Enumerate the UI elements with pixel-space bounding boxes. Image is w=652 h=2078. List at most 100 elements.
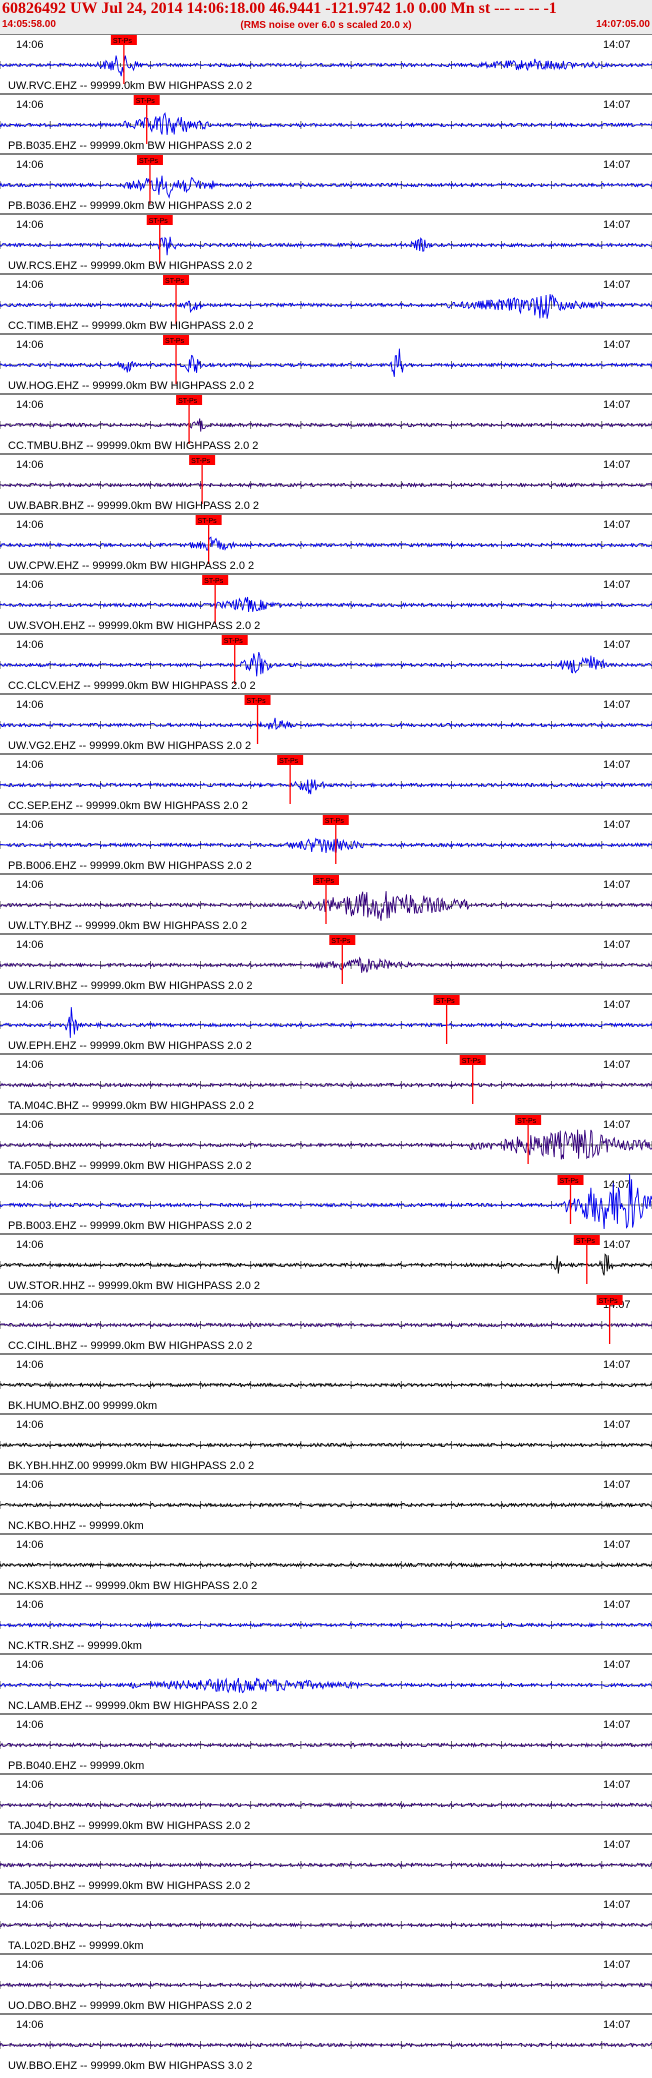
time-tick-label: 14:06 bbox=[16, 1419, 44, 1431]
station-label: TA.J05D.BHZ -- 99999.0km BW HIGHPASS 2.0… bbox=[8, 1880, 250, 1892]
time-tick-label: 14:06 bbox=[16, 1839, 44, 1851]
time-tick-label: 14:07 bbox=[603, 699, 631, 711]
time-tick-label: 14:07 bbox=[603, 459, 631, 471]
station-label: UW.RCS.EHZ -- 99999.0km BW HIGHPASS 2.0 … bbox=[8, 260, 252, 272]
station-label: CC.SEP.EHZ -- 99999.0km BW HIGHPASS 2.0 … bbox=[8, 800, 248, 812]
time-tick-label: 14:06 bbox=[16, 99, 44, 111]
waveform-trace bbox=[0, 1007, 652, 1038]
pick-flag-label: ST-Ps bbox=[325, 818, 345, 825]
time-tick-label: 14:07 bbox=[603, 639, 631, 651]
station-label: PB.B003.EHZ -- 99999.0km BW HIGHPASS 2.0… bbox=[8, 1220, 252, 1232]
waveform-trace bbox=[0, 596, 652, 613]
time-tick-label: 14:07 bbox=[603, 759, 631, 771]
time-tick-label: 14:07 bbox=[603, 1059, 631, 1071]
waveform-trace bbox=[0, 236, 652, 256]
time-tick-label: 14:07 bbox=[603, 1899, 631, 1911]
station-label: CC.TIMB.EHZ -- 99999.0km BW HIGHPASS 2.0… bbox=[8, 320, 254, 332]
waveform-trace bbox=[0, 717, 652, 731]
station-label: UW.CPW.EHZ -- 99999.0km BW HIGHPASS 2.0 … bbox=[8, 560, 254, 572]
station-label: PB.B006.EHZ -- 99999.0km BW HIGHPASS 2.0… bbox=[8, 860, 252, 872]
time-tick-label: 14:06 bbox=[16, 1479, 44, 1491]
time-tick-label: 14:07 bbox=[603, 1119, 631, 1131]
pick-flag-label: ST-Ps bbox=[204, 578, 224, 585]
pick-flag-label: ST-Ps bbox=[247, 698, 267, 705]
time-tick-label: 14:06 bbox=[16, 2019, 44, 2031]
time-tick-label: 14:06 bbox=[16, 639, 44, 651]
window-end-time: 14:07:05.00 bbox=[596, 19, 650, 30]
waveform-trace bbox=[0, 1677, 652, 1694]
time-tick-label: 14:07 bbox=[603, 519, 631, 531]
waveform-trace bbox=[0, 112, 652, 135]
time-tick-label: 14:07 bbox=[603, 1719, 631, 1731]
time-tick-label: 14:06 bbox=[16, 339, 44, 351]
time-tick-label: 14:06 bbox=[16, 759, 44, 771]
station-label: UO.DBO.BHZ -- 99999.0km BW HIGHPASS 2.0 … bbox=[8, 2000, 252, 2012]
time-tick-label: 14:07 bbox=[603, 1539, 631, 1551]
time-tick-label: 14:07 bbox=[603, 1479, 631, 1491]
pick-flag-label: ST-Ps bbox=[113, 38, 133, 45]
time-tick-label: 14:06 bbox=[16, 1719, 44, 1731]
time-tick-label: 14:07 bbox=[603, 1239, 631, 1251]
pick-flag-label: ST-Ps bbox=[198, 518, 218, 525]
time-tick-label: 14:07 bbox=[603, 579, 631, 591]
station-label: TA.J04D.BHZ -- 99999.0km BW HIGHPASS 2.0… bbox=[8, 1820, 250, 1832]
waveform-trace bbox=[0, 837, 652, 854]
pick-flag-label: ST-Ps bbox=[517, 1118, 537, 1125]
time-tick-label: 14:07 bbox=[603, 159, 631, 171]
station-label: UW.EPH.EHZ -- 99999.0km BW HIGHPASS 2.0 … bbox=[8, 1040, 252, 1052]
station-label: NC.KTR.SHZ -- 99999.0km bbox=[8, 1640, 142, 1652]
station-label: BK.HUMO.BHZ.00 99999.0km bbox=[8, 1400, 157, 1412]
time-tick-label: 14:06 bbox=[16, 1239, 44, 1251]
station-label: UW.STOR.HHZ -- 99999.0km BW HIGHPASS 2.0… bbox=[8, 1280, 260, 1292]
pick-flag-label: ST-Ps bbox=[436, 998, 456, 1005]
time-tick-label: 14:07 bbox=[603, 219, 631, 231]
waveform-trace bbox=[0, 175, 652, 199]
waveform-trace bbox=[0, 651, 652, 677]
time-tick-label: 14:06 bbox=[16, 1659, 44, 1671]
time-tick-label: 14:06 bbox=[16, 1119, 44, 1131]
time-tick-label: 14:07 bbox=[603, 279, 631, 291]
waveform-trace bbox=[0, 1802, 652, 1808]
time-tick-label: 14:06 bbox=[16, 219, 44, 231]
time-tick-label: 14:07 bbox=[603, 1419, 631, 1431]
station-label: PB.B035.EHZ -- 99999.0km BW HIGHPASS 2.0… bbox=[8, 140, 252, 152]
time-tick-label: 14:06 bbox=[16, 39, 44, 51]
time-tick-label: 14:06 bbox=[16, 159, 44, 171]
time-tick-label: 14:06 bbox=[16, 699, 44, 711]
time-tick-label: 14:06 bbox=[16, 1959, 44, 1971]
station-label: NC.LAMB.EHZ -- 99999.0km BW HIGHPASS 2.0… bbox=[8, 1700, 257, 1712]
station-label: TA.L02D.BHZ -- 99999.0km bbox=[8, 1940, 144, 1952]
time-tick-label: 14:06 bbox=[16, 879, 44, 891]
station-label: UW.LTY.BHZ -- 99999.0km BW HIGHPASS 2.0 … bbox=[8, 920, 247, 932]
seismogram-plot: 14:06 14:07 ST-Ps UW.RVC.EHZ -- 99999.0km B… bbox=[0, 34, 652, 2072]
pick-flag-label: ST-Ps bbox=[191, 458, 211, 465]
station-label: UW.BBO.EHZ -- 99999.0km BW HIGHPASS 3.0 … bbox=[8, 2060, 252, 2072]
time-tick-label: 14:07 bbox=[603, 1779, 631, 1791]
time-tick-label: 14:07 bbox=[603, 1839, 631, 1851]
waveform-trace bbox=[0, 779, 652, 795]
time-tick-label: 14:07 bbox=[603, 2019, 631, 2031]
time-tick-label: 14:06 bbox=[16, 1539, 44, 1551]
time-tick-label: 14:07 bbox=[603, 819, 631, 831]
time-tick-label: 14:07 bbox=[603, 939, 631, 951]
time-tick-label: 14:06 bbox=[16, 519, 44, 531]
time-tick-label: 14:06 bbox=[16, 1059, 44, 1071]
time-tick-label: 14:06 bbox=[16, 1899, 44, 1911]
pick-flag-label: ST-Ps bbox=[599, 1298, 619, 1305]
station-label: CC.CLCV.EHZ -- 99999.0km BW HIGHPASS 2.0… bbox=[8, 680, 256, 692]
time-tick-label: 14:06 bbox=[16, 1359, 44, 1371]
time-tick-label: 14:07 bbox=[603, 1359, 631, 1371]
station-label: PB.B040.EHZ -- 99999.0km bbox=[8, 1760, 144, 1772]
pick-flag-label: ST-Ps bbox=[576, 1238, 596, 1245]
station-label: UW.SVOH.EHZ -- 99999.0km BW HIGHPASS 2.0… bbox=[8, 620, 260, 632]
time-tick-label: 14:06 bbox=[16, 399, 44, 411]
station-label: BK.YBH.HHZ.00 99999.0km BW HIGHPASS 2.0 … bbox=[8, 1460, 254, 1472]
pick-flag-label: ST-Ps bbox=[136, 98, 156, 105]
time-tick-label: 14:06 bbox=[16, 1599, 44, 1611]
time-tick-label: 14:07 bbox=[603, 879, 631, 891]
station-label: TA.M04C.BHZ -- 99999.0km BW HIGHPASS 2.0… bbox=[8, 1100, 254, 1112]
station-label: NC.KBO.HHZ -- 99999.0km bbox=[8, 1520, 144, 1532]
time-tick-label: 14:07 bbox=[603, 1659, 631, 1671]
time-tick-label: 14:07 bbox=[603, 99, 631, 111]
station-label: UW.VG2.EHZ -- 99999.0km BW HIGHPASS 2.0 … bbox=[8, 740, 251, 752]
